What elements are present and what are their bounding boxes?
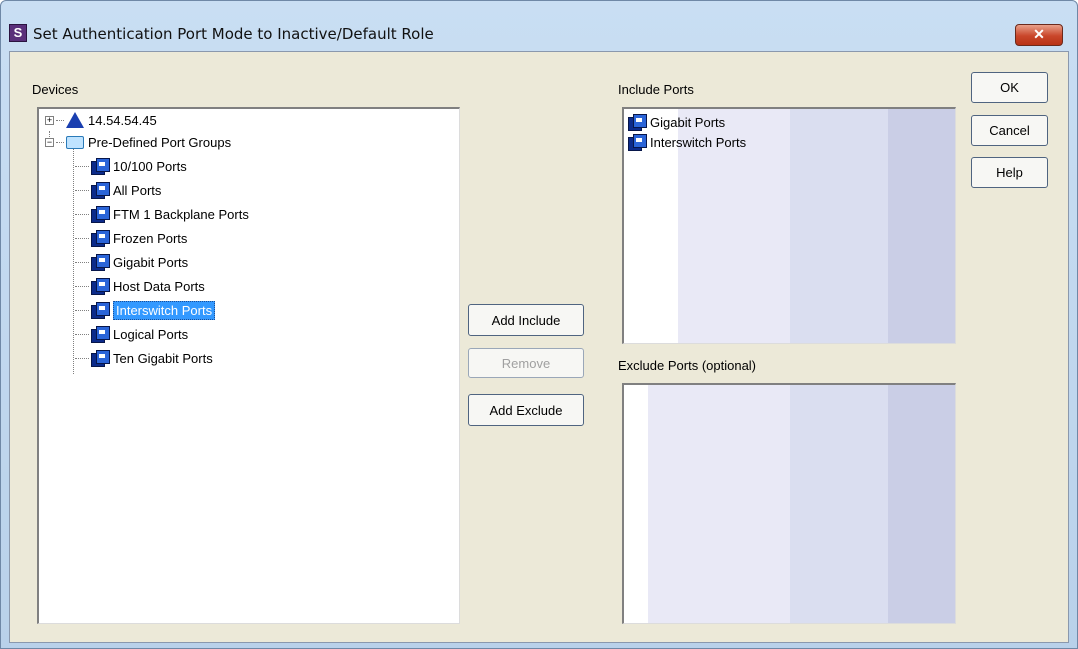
port-group-icon [91,205,110,223]
port-group-icon [91,229,110,247]
tree-node-item[interactable]: Logical Ports [73,323,188,345]
expand-icon[interactable]: + [45,115,54,125]
remove-button[interactable]: Remove [468,348,584,378]
list-item-label: Interswitch Ports [650,134,747,150]
cancel-button[interactable]: Cancel [971,115,1048,146]
tree-node-item[interactable]: Gigabit Ports [73,251,188,273]
tree-node-label: Logical Ports [113,326,189,342]
add-include-button[interactable]: Add Include [468,304,584,336]
list-item[interactable]: Gigabit Ports [628,111,725,133]
port-group-icon [91,253,110,271]
device-triangle-icon [66,112,84,128]
tree-node-item[interactable]: All Ports [73,179,161,201]
tree-node-label: Ten Gigabit Ports [113,350,213,366]
include-ports-label: Include Ports [618,82,694,97]
port-group-icon [91,157,110,175]
tree-node-item[interactable]: FTM 1 Backplane Ports [73,203,249,225]
tree-node-label: Interswitch Ports [113,300,216,320]
exclude-ports-label: Exclude Ports (optional) [618,358,757,373]
port-group-icon [91,325,110,343]
tree-connector [75,309,89,311]
port-group-icon [91,277,110,295]
dialog-window: S Set Authentication Port Mode to Inacti… [0,0,1078,649]
list-stripe [790,109,888,343]
tree-node-item[interactable]: 10/100 Ports [73,155,187,177]
port-group-icon [628,113,647,131]
tree-connector [75,165,89,167]
tree-node-device[interactable]: + 14.54.54.45 [45,109,157,131]
add-exclude-button[interactable]: Add Exclude [468,394,584,426]
tree-node-label: Pre-Defined Port Groups [88,134,232,150]
tree-node-label: Host Data Ports [113,278,205,294]
help-button[interactable]: Help [971,157,1048,188]
list-stripe [888,385,955,623]
exclude-ports-list[interactable] [622,383,956,624]
ok-button[interactable]: OK [971,72,1048,103]
app-icon: S [9,24,27,42]
tree-connector [75,213,89,215]
tree-node-item[interactable]: Host Data Ports [73,275,205,297]
tree-connector [75,357,89,359]
devices-tree[interactable]: + 14.54.54.45 − Pre-Defined Port Groups … [37,107,460,624]
tree-node-item-selected[interactable]: Interswitch Ports [73,299,216,321]
tree-node-label: FTM 1 Backplane Ports [113,206,249,222]
tree-node-label: 10/100 Ports [113,158,187,174]
tree-connector [75,237,89,239]
tree-node-label: Gigabit Ports [113,254,189,270]
tree-node-label: All Ports [113,182,162,198]
tree-node-label: 14.54.54.45 [88,112,157,128]
tree-connector [75,285,89,287]
tree-node-label: Frozen Ports [113,230,188,246]
devices-label: Devices [32,82,79,97]
tree-connector [56,141,64,143]
tree-connector [75,333,89,335]
list-stripe [648,385,790,623]
tree-connector [75,261,89,263]
tree-node-port-groups[interactable]: − Pre-Defined Port Groups [45,131,231,153]
port-group-icon [91,301,110,319]
port-group-icon [91,349,110,367]
dialog-content: Devices + 14.54.54.45 − Pre-Defined Port… [9,51,1069,643]
close-button[interactable]: ✕ [1015,24,1063,46]
dialog-title: Set Authentication Port Mode to Inactive… [33,25,434,43]
list-item-label: Gigabit Ports [650,114,726,130]
tree-connector [56,119,64,121]
list-item[interactable]: Interswitch Ports [628,131,746,153]
title-bar[interactable]: S Set Authentication Port Mode to Inacti… [1,1,1077,46]
folder-icon [66,135,84,149]
list-stripe [888,109,955,343]
include-ports-list[interactable]: Gigabit Ports Interswitch Ports [622,107,956,344]
tree-connector [75,189,89,191]
list-stripe [790,385,888,623]
collapse-icon[interactable]: − [45,137,54,147]
tree-node-item[interactable]: Frozen Ports [73,227,187,249]
port-group-icon [91,181,110,199]
port-group-icon [628,133,647,151]
tree-node-item[interactable]: Ten Gigabit Ports [73,347,213,369]
